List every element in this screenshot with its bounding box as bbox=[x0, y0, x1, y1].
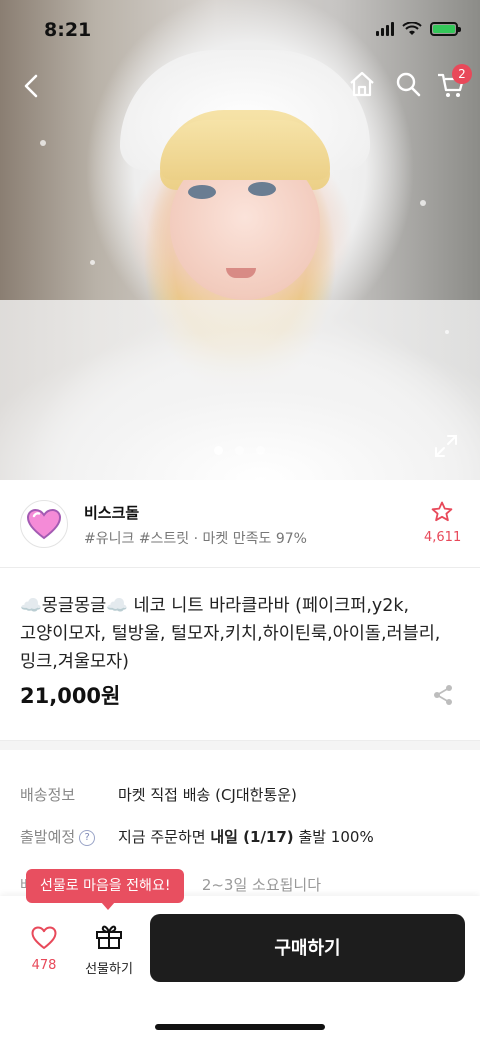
like-button[interactable]: 478 bbox=[22, 926, 66, 973]
chevron-left-icon[interactable] bbox=[18, 72, 46, 100]
seller-meta: #유니크 #스트릿 · 마켓 만족도 97% bbox=[84, 531, 307, 547]
product-price: 21,000원 bbox=[20, 684, 121, 708]
heart-icon bbox=[31, 926, 57, 949]
help-icon[interactable]: ? bbox=[79, 830, 96, 846]
gallery-dot[interactable] bbox=[256, 446, 265, 455]
heart-logo-icon bbox=[26, 508, 62, 540]
cart-badge: 2 bbox=[452, 64, 472, 84]
signal-icon bbox=[376, 22, 394, 36]
right-eye-shape bbox=[248, 182, 276, 196]
snowflake bbox=[445, 330, 449, 334]
product-info: ☁️몽글몽글☁️ 네코 니트 바라클라바 (페이크퍼,y2k,고양이모자, 털방… bbox=[0, 568, 480, 740]
buy-button[interactable]: 구매하기 bbox=[150, 914, 465, 982]
delivery-label: 배송정보 bbox=[20, 786, 76, 804]
tooltip-arrow bbox=[101, 902, 115, 910]
expand-icon[interactable] bbox=[434, 434, 458, 458]
favorite-store-button[interactable]: 4,611 bbox=[424, 500, 462, 545]
home-indicator[interactable] bbox=[155, 1024, 325, 1030]
gift-label: 선물하기 bbox=[85, 962, 133, 977]
gift-tooltip: 선물로 마음을 전해요! bbox=[26, 869, 185, 903]
seller-section[interactable]: 비스크돌 #유니크 #스트릿 · 마켓 만족도 97% 4,611 bbox=[0, 480, 480, 568]
left-eye-shape bbox=[188, 185, 216, 199]
star-icon bbox=[431, 501, 453, 522]
search-icon[interactable] bbox=[394, 70, 422, 98]
top-nav bbox=[0, 62, 480, 110]
snowflake bbox=[420, 200, 426, 206]
status-time: 8:21 bbox=[44, 19, 92, 41]
delivery-info-row: 배송정보 마켓 직접 배송 (CJ대한통운) bbox=[20, 784, 297, 805]
gift-button[interactable]: 선물하기 bbox=[80, 924, 138, 977]
like-count: 478 bbox=[31, 958, 57, 973]
gallery-dot[interactable] bbox=[214, 446, 223, 455]
departure-label: 출발예정 bbox=[20, 828, 76, 846]
favorite-count: 4,611 bbox=[424, 530, 462, 545]
gallery-pagination bbox=[214, 446, 265, 455]
product-title: ☁️몽글몽글☁️ 네코 니트 바라클라바 (페이크퍼,y2k,고양이모자, 털방… bbox=[20, 596, 441, 672]
departure-value: 지금 주문하면 내일 (1/17) 출발 100% bbox=[118, 828, 374, 846]
departure-info-row: 출발예정? 지금 주문하면 내일 (1/17) 출발 100% bbox=[20, 826, 374, 847]
departure-label-wrap: 출발예정? bbox=[20, 826, 118, 847]
departure-suffix: 출발 100% bbox=[293, 828, 374, 846]
departure-date: 내일 (1/17) bbox=[210, 828, 294, 846]
seller-name[interactable]: 비스크돌 bbox=[84, 502, 139, 523]
fringe-shape bbox=[160, 120, 330, 180]
seller-logo[interactable] bbox=[20, 500, 68, 548]
battery-icon bbox=[430, 22, 461, 36]
delivery-duration-text: 2~3일 소요됩니다 bbox=[201, 876, 322, 894]
departure-prefix: 지금 주문하면 bbox=[118, 828, 211, 846]
snowflake bbox=[40, 140, 46, 146]
section-divider bbox=[0, 740, 480, 750]
status-icons bbox=[376, 22, 461, 36]
home-icon[interactable] bbox=[348, 70, 376, 98]
delivery-value: 마켓 직접 배송 (CJ대한통운) bbox=[118, 786, 297, 804]
wifi-icon bbox=[402, 22, 422, 35]
gift-icon bbox=[96, 925, 122, 949]
bottom-action-bar: 478 선물하기 구매하기 bbox=[0, 896, 480, 1039]
gallery-dot[interactable] bbox=[235, 446, 244, 455]
share-icon[interactable] bbox=[432, 684, 454, 706]
snowflake bbox=[90, 260, 95, 265]
status-bar: 8:21 bbox=[0, 0, 480, 60]
